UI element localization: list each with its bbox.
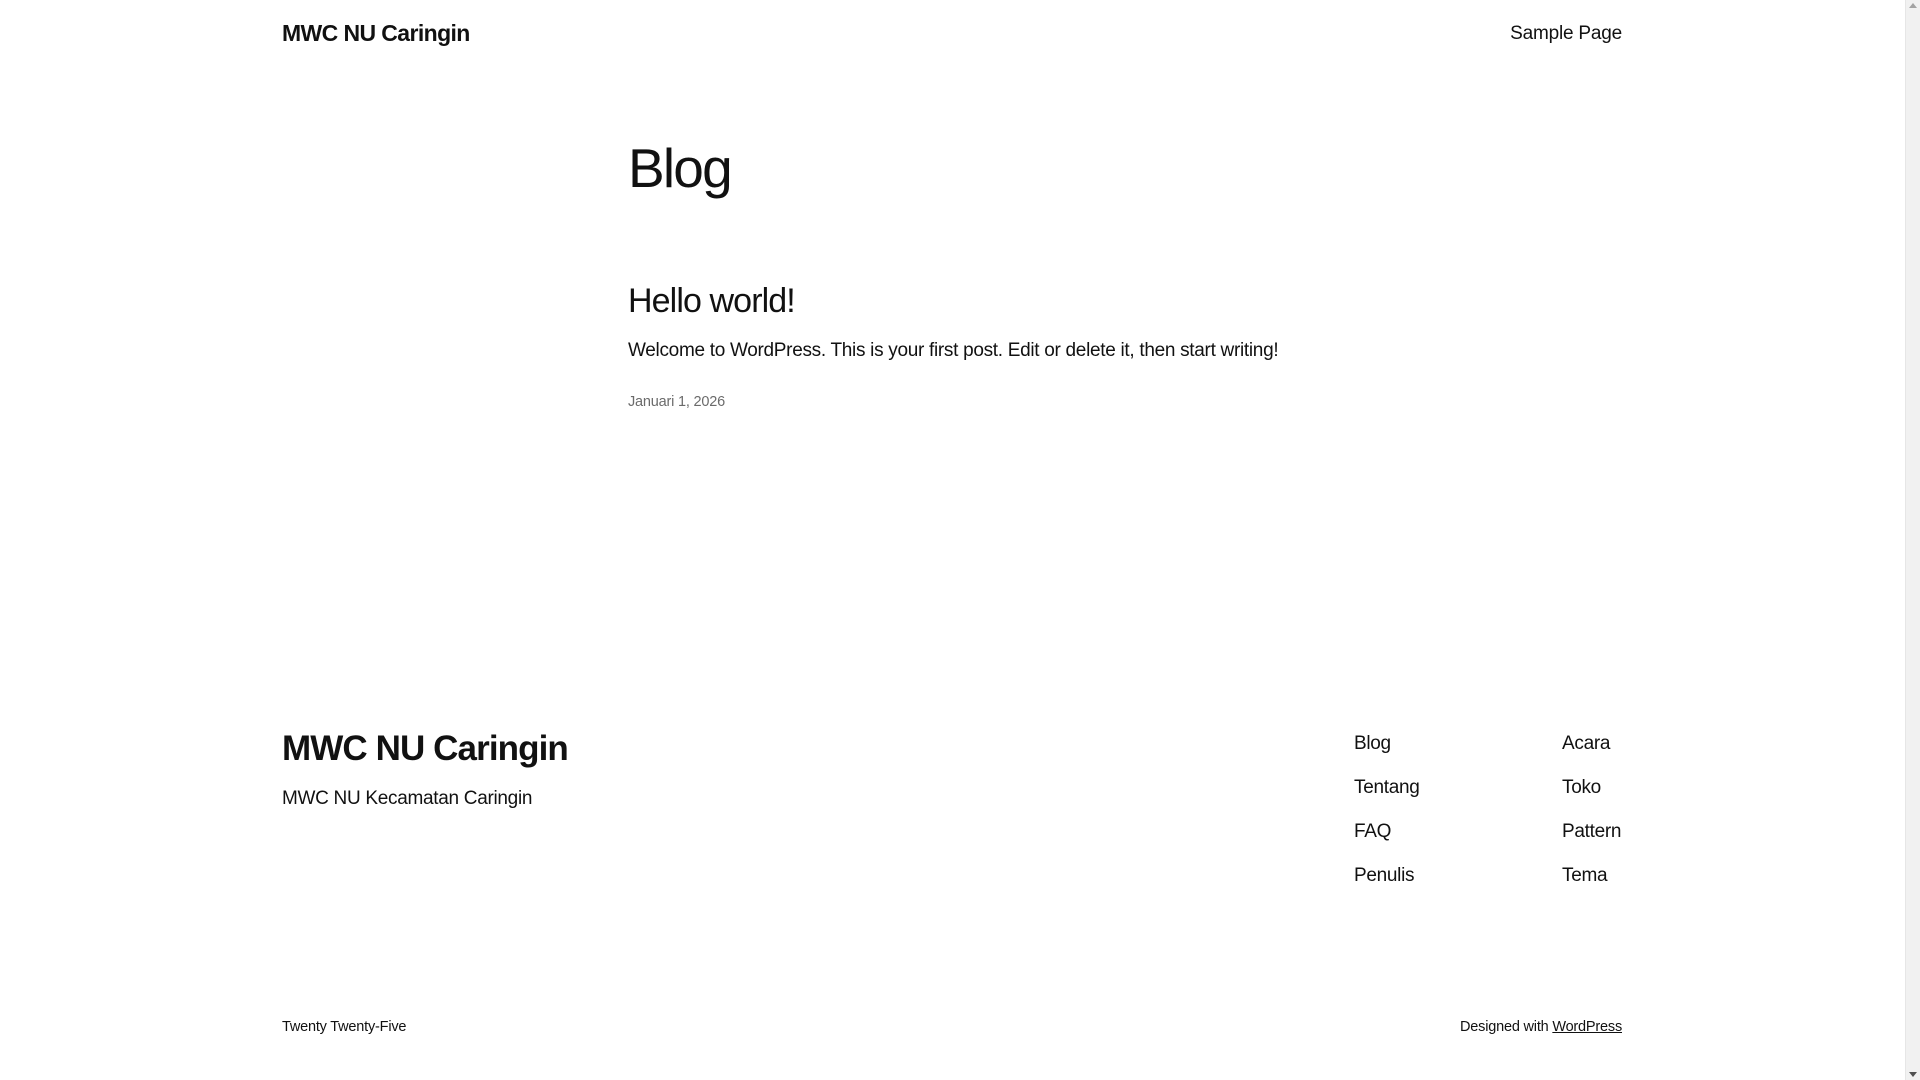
footer-link-pattern[interactable]: Pattern	[1562, 820, 1621, 864]
footer-tagline: MWC NU Kecamatan Caringin	[282, 788, 533, 809]
scroll-up-arrow-icon[interactable]	[1909, 3, 1917, 8]
footer-nav-column-1: Blog Tentang FAQ Penulis	[1354, 732, 1420, 908]
footer-link-acara[interactable]: Acara	[1562, 732, 1621, 776]
footer-link-penulis[interactable]: Penulis	[1354, 864, 1420, 908]
post-title-link[interactable]: Hello world!	[628, 280, 796, 322]
theme-credit: Twenty Twenty-Five	[282, 1019, 407, 1035]
footer-site-title[interactable]: MWC NU Caringin	[282, 727, 569, 771]
browser-viewport: MWC NU Caringin Sample Page Blog Hello w…	[0, 0, 1920, 1080]
post-date[interactable]: Januari 1, 2026	[628, 394, 725, 410]
post-excerpt: Welcome to WordPress. This is your first…	[628, 340, 1279, 361]
footer-nav-column-2: Acara Toko Pattern Tema	[1562, 732, 1621, 908]
page: MWC NU Caringin Sample Page Blog Hello w…	[0, 0, 1905, 1080]
footer-link-tema[interactable]: Tema	[1562, 864, 1621, 908]
footer-link-toko[interactable]: Toko	[1562, 776, 1621, 820]
nav-link-sample-page[interactable]: Sample Page	[1510, 23, 1622, 45]
wordpress-link[interactable]: WordPress	[1552, 1019, 1622, 1035]
site-title-link[interactable]: MWC NU Caringin	[282, 20, 470, 47]
vertical-scrollbar[interactable]	[1905, 0, 1920, 1080]
designed-with-credit: Designed with WordPress	[1460, 1019, 1622, 1035]
scroll-down-arrow-icon[interactable]	[1909, 1072, 1917, 1077]
designed-with-text: Designed with	[1460, 1019, 1553, 1035]
footer-link-faq[interactable]: FAQ	[1354, 820, 1420, 864]
page-title: Blog	[628, 137, 733, 199]
footer-link-blog[interactable]: Blog	[1354, 732, 1420, 776]
footer-link-tentang[interactable]: Tentang	[1354, 776, 1420, 820]
